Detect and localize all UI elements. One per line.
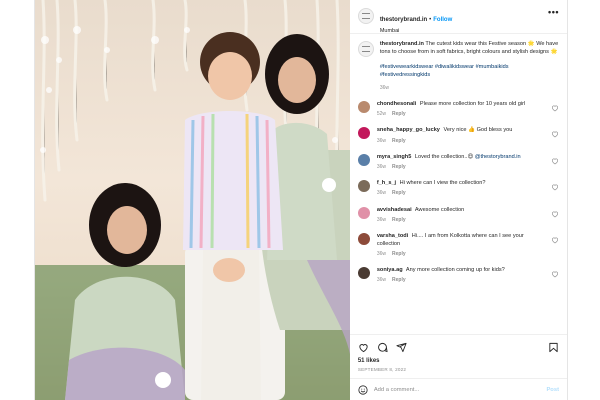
post-date: SEPTEMBER 8, 2022 — [357, 367, 407, 372]
comment-text: Hi where can I view the collection? — [399, 180, 486, 187]
comment-like-icon[interactable] — [551, 130, 559, 138]
comment-text: Awesome collection — [414, 206, 465, 213]
commenter-avatar[interactable] — [357, 127, 370, 140]
caption-time: 36w — [379, 84, 389, 91]
comment-item: varsha_todi Hi.... I am from Kolkotta wh… — [357, 232, 559, 258]
commenter-username[interactable]: sneha_happy_go_lucky — [377, 127, 440, 133]
reply-button[interactable]: Reply — [392, 277, 406, 283]
comment-icon[interactable] — [377, 342, 388, 353]
likes-count[interactable]: 51 likes — [358, 358, 559, 364]
comments-list[interactable]: thestorybrand.in The cutest kids wear th… — [350, 36, 567, 332]
reply-button[interactable]: Reply — [392, 138, 406, 144]
comment-time: 36w — [376, 277, 386, 284]
comment-text: Very nice 👍 God bless you — [443, 127, 513, 134]
post-caption: thestorybrand.in The cutest kids wear th… — [357, 40, 559, 92]
comment-like-icon[interactable] — [551, 210, 559, 218]
more-options-icon[interactable]: ••• — [548, 8, 559, 17]
instagram-post: thestorybrand.in • Follow Mumbai ••• thest… — [34, 0, 568, 400]
comment-item: chondhesonali Please more collection for… — [357, 100, 559, 118]
reply-button[interactable]: Reply — [392, 251, 406, 257]
caption-username[interactable]: thestorybrand.in — [380, 41, 424, 47]
bookmark-icon[interactable] — [548, 342, 559, 353]
comment-like-icon[interactable] — [551, 104, 559, 112]
commenter-username[interactable]: f_h_s_j — [377, 180, 396, 186]
post-header: thestorybrand.in • Follow Mumbai ••• — [349, 0, 567, 34]
reply-button[interactable]: Reply — [392, 111, 406, 117]
commenter-avatar[interactable] — [357, 180, 370, 193]
comment-time: 36w — [376, 137, 386, 144]
commenter-avatar[interactable] — [357, 267, 370, 280]
caption-hashtags[interactable]: #festivewearkidswear #diwalikidswear #mu… — [380, 63, 559, 80]
comment-time: 52w — [376, 111, 386, 118]
reply-button[interactable]: Reply — [392, 217, 406, 223]
comment-mention[interactable]: @thestorybrand.in — [475, 154, 521, 160]
comment-like-icon[interactable] — [551, 157, 559, 165]
comment-input[interactable] — [373, 386, 547, 393]
comment-text: Any more collection coming up for kids? — [405, 267, 505, 274]
comment-time: 36w — [376, 216, 386, 223]
share-icon[interactable] — [396, 342, 407, 353]
comment-like-icon[interactable] — [551, 183, 559, 191]
comment-item: sneha_happy_go_lucky Very nice 👍 God ble… — [357, 126, 559, 144]
comment-item: myra_singh5 Loved the collection..😍 @the… — [357, 153, 559, 171]
kids-festive-photo — [35, 0, 350, 400]
post-comment-button[interactable]: Post — [546, 387, 559, 393]
comment-item: f_h_s_j Hi where can I view the collecti… — [357, 179, 559, 197]
comment-time: 36w — [376, 251, 386, 258]
commenter-avatar[interactable] — [357, 206, 370, 219]
comment-item: avvishadesai Awesome collection 36w Reply — [357, 206, 559, 224]
commenter-username[interactable]: avvishadesai — [377, 207, 412, 213]
comment-time: 36w — [376, 163, 386, 170]
commenter-username[interactable]: varsha_todi — [377, 233, 408, 239]
commenter-username[interactable]: soniya.ag — [377, 267, 403, 273]
reply-button[interactable]: Reply — [392, 190, 406, 196]
comment-item: soniya.ag Any more collection coming up … — [357, 266, 559, 284]
commenter-avatar[interactable] — [357, 232, 370, 245]
caption-avatar[interactable] — [357, 41, 374, 57]
commenter-username[interactable]: myra_singh5 — [377, 154, 412, 160]
post-side-panel: thestorybrand.in • Follow Mumbai ••• thest… — [349, 0, 567, 400]
comment-text: Please more collection for 10 years old … — [419, 101, 526, 108]
smiley-icon[interactable] — [358, 384, 368, 395]
comment-like-icon[interactable] — [551, 270, 559, 278]
post-username[interactable]: thestorybrand.in — [380, 17, 427, 23]
post-location[interactable]: Mumbai — [380, 28, 452, 34]
separator-dot: • — [429, 17, 432, 23]
comment-text: Loved the collection..😍 — [414, 153, 474, 160]
comment-like-icon[interactable] — [551, 236, 559, 244]
brand-avatar[interactable] — [357, 8, 374, 24]
heart-icon[interactable] — [358, 342, 369, 353]
post-photo[interactable] — [35, 0, 350, 400]
follow-button[interactable]: Follow — [433, 17, 452, 23]
reply-button[interactable]: Reply — [392, 164, 406, 170]
add-comment-bar: Post — [349, 378, 567, 400]
commenter-avatar[interactable] — [357, 153, 370, 166]
commenter-username[interactable]: chondhesonali — [377, 101, 416, 107]
commenter-avatar[interactable] — [357, 101, 370, 114]
comment-time: 36w — [376, 190, 386, 197]
post-actions: 51 likes SEPTEMBER 8, 2022 — [349, 334, 567, 372]
